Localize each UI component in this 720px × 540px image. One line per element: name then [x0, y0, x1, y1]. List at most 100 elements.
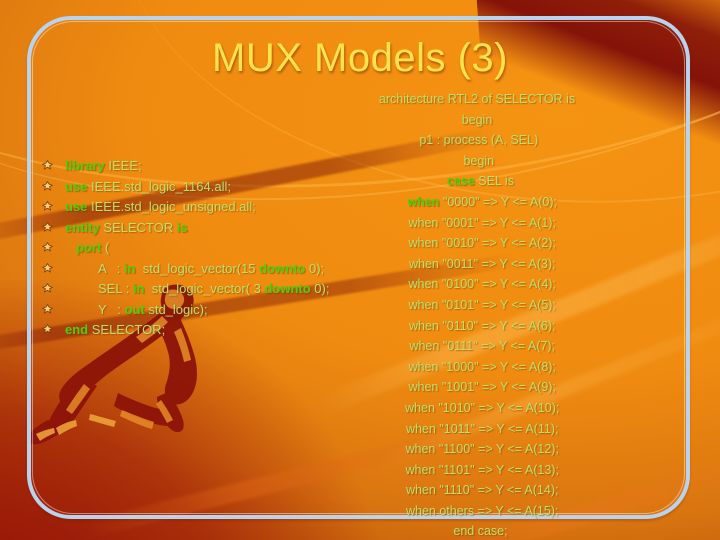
code-text: IEEE; [108, 158, 142, 173]
code-text: "0000" => Y <= A(0); [439, 194, 557, 209]
code-text: p1 : process (A, SEL) [415, 133, 539, 148]
entity-code-line-text: entity SELECTOR is [62, 220, 188, 235]
code-keyword: port [76, 240, 105, 255]
code-text: when "1101" => Y <= A(13); [395, 462, 559, 477]
architecture-code-line: p1 : process (A, SEL) [352, 133, 602, 154]
architecture-code-line: begin [352, 154, 602, 175]
architecture-code-line: when "1101" => Y <= A(13); [352, 463, 602, 484]
code-text: std_logic_vector(15 [135, 260, 260, 276]
diamond-bullet-icon [42, 324, 62, 342]
code-text: when "0001" => Y <= A(1); [398, 215, 556, 230]
code-keyword: is [176, 219, 188, 235]
code-text: when "1110" => Y <= A(14); [395, 483, 559, 498]
code-text: SELECTOR [103, 219, 177, 235]
code-text: when others => Y <= A(15); [395, 503, 559, 518]
entity-code-line: use IEEE.std_logic_unsigned.all; [42, 199, 372, 220]
code-text: when "1000" => Y <= A(8); [398, 359, 556, 374]
architecture-code-line: begin [352, 113, 602, 134]
code-keyword: use [65, 199, 92, 214]
diamond-bullet-icon [42, 221, 62, 240]
entity-code-line-text: use IEEE.std_logic_unsigned.all; [62, 199, 256, 214]
architecture-code-line: when "0101" => Y <= A(5); [352, 298, 602, 319]
code-text: when "1100" => Y <= A(12); [395, 442, 559, 457]
code-text: std_logic_vector( 3 [144, 281, 265, 296]
code-text: when "1001" => Y <= A(9); [398, 380, 556, 395]
code-text: when "0100" => Y <= A(4); [398, 277, 556, 292]
architecture-code-line: when "0110" => Y <= A(6); [352, 319, 602, 340]
code-keyword: use [65, 178, 92, 194]
code-text: SEL is [474, 174, 514, 189]
architecture-code-line: when "1011" => Y <= A(11); [352, 422, 602, 443]
architecture-code-line: architecture RTL2 of SELECTOR is [352, 92, 602, 113]
entity-code-line: use IEEE.std_logic_1164.all; [42, 179, 372, 200]
code-keyword: case [447, 174, 475, 189]
code-text: std_logic); [144, 301, 208, 317]
diamond-bullet-icon [42, 180, 62, 199]
architecture-code-line: when "1001" => Y <= A(9); [352, 380, 602, 401]
code-keyword: library [65, 158, 109, 173]
code-text: architecture RTL2 of SELECTOR is [378, 92, 576, 106]
code-text: when "1010" => Y <= A(10); [394, 400, 560, 415]
architecture-code-line: when others => Y <= A(15); [352, 504, 602, 525]
entity-code-line-text: end SELECTOR; [62, 322, 165, 337]
code-keyword: downto [264, 281, 311, 296]
code-text: 0); [310, 281, 330, 296]
code-keyword: in [124, 260, 136, 276]
code-text: begin [459, 153, 495, 168]
architecture-code-line: when "1000" => Y <= A(8); [352, 360, 602, 381]
entity-code-line-text: library IEEE; [62, 158, 142, 173]
code-text: when "0011" => Y <= A(3); [398, 256, 556, 271]
page-title: MUX Models (3) [212, 36, 508, 80]
entity-code-line-text: use IEEE.std_logic_1164.all; [62, 179, 231, 194]
code-keyword: entity [65, 219, 104, 235]
entity-code-line: entity SELECTOR is [42, 220, 372, 241]
slide-canvas: MUX Models (3) library IEEE; use IEEE.std… [0, 0, 720, 540]
architecture-code-line: when "1010" => Y <= A(10); [352, 401, 602, 422]
architecture-code-line: when "0001" => Y <= A(1); [352, 216, 602, 237]
code-text: IEEE.std_logic_1164.all; [91, 178, 231, 194]
diamond-bullet-icon [42, 160, 62, 178]
architecture-code-line: when "1110" => Y <= A(14); [352, 483, 602, 504]
entity-code-line: port ( [42, 240, 372, 261]
code-text: when "0010" => Y <= A(2); [398, 236, 556, 251]
code-keyword: out [124, 301, 145, 317]
architecture-code-line: when "1100" => Y <= A(12); [352, 442, 602, 463]
code-text: SEL : [98, 281, 133, 296]
code-keyword: end [65, 322, 92, 337]
entity-code-line: end SELECTOR; [42, 322, 372, 343]
entity-code-line-text: Y : out std_logic); [62, 302, 208, 317]
code-text: end case; [446, 524, 508, 539]
diamond-bullet-icon [42, 303, 62, 322]
code-text: when "1011" => Y <= A(11); [395, 421, 559, 436]
architecture-code-line: when "0010" => Y <= A(2); [352, 236, 602, 257]
diamond-bullet-icon [42, 201, 62, 219]
architecture-code-line: when "0011" => Y <= A(3); [352, 257, 602, 278]
code-text: when "0101" => Y <= A(5); [398, 297, 556, 312]
architecture-code-line: when "0000" => Y <= A(0); [352, 195, 602, 216]
entity-code-line-text: A : in std_logic_vector(15 downto 0); [62, 261, 324, 276]
diamond-bullet-icon [42, 242, 62, 260]
entity-code-line-text: port ( [62, 240, 109, 255]
architecture-code-line: when "0100" => Y <= A(4); [352, 277, 602, 298]
diamond-bullet-icon [42, 283, 62, 301]
entity-code-line-text: SEL : in std_logic_vector( 3 downto 0); [62, 281, 329, 296]
code-text: begin [461, 112, 493, 127]
architecture-code-line: when "0111" => Y <= A(7); [352, 339, 602, 360]
code-text: SELECTOR; [91, 322, 166, 337]
code-text: 0); [305, 260, 325, 276]
entity-code-line: Y : out std_logic); [42, 302, 372, 323]
entity-code-block: library IEEE; use IEEE.std_logic_1164.all… [42, 158, 372, 343]
diamond-bullet-icon [42, 262, 62, 281]
code-keyword: when [407, 194, 440, 209]
architecture-code-line: end case; [352, 524, 602, 540]
code-text: when "0110" => Y <= A(6); [398, 318, 556, 333]
code-text: IEEE.std_logic_unsigned.all; [91, 199, 256, 214]
code-text: ( [104, 240, 110, 255]
code-text: when "0111" => Y <= A(7); [399, 339, 555, 354]
architecture-code-block: architecture RTL2 of SELECTOR is begin p1… [352, 92, 602, 540]
entity-code-line: SEL : in std_logic_vector( 3 downto 0); [42, 281, 372, 302]
architecture-code-line: case SEL is [352, 174, 602, 195]
code-text: Y : [98, 301, 125, 317]
